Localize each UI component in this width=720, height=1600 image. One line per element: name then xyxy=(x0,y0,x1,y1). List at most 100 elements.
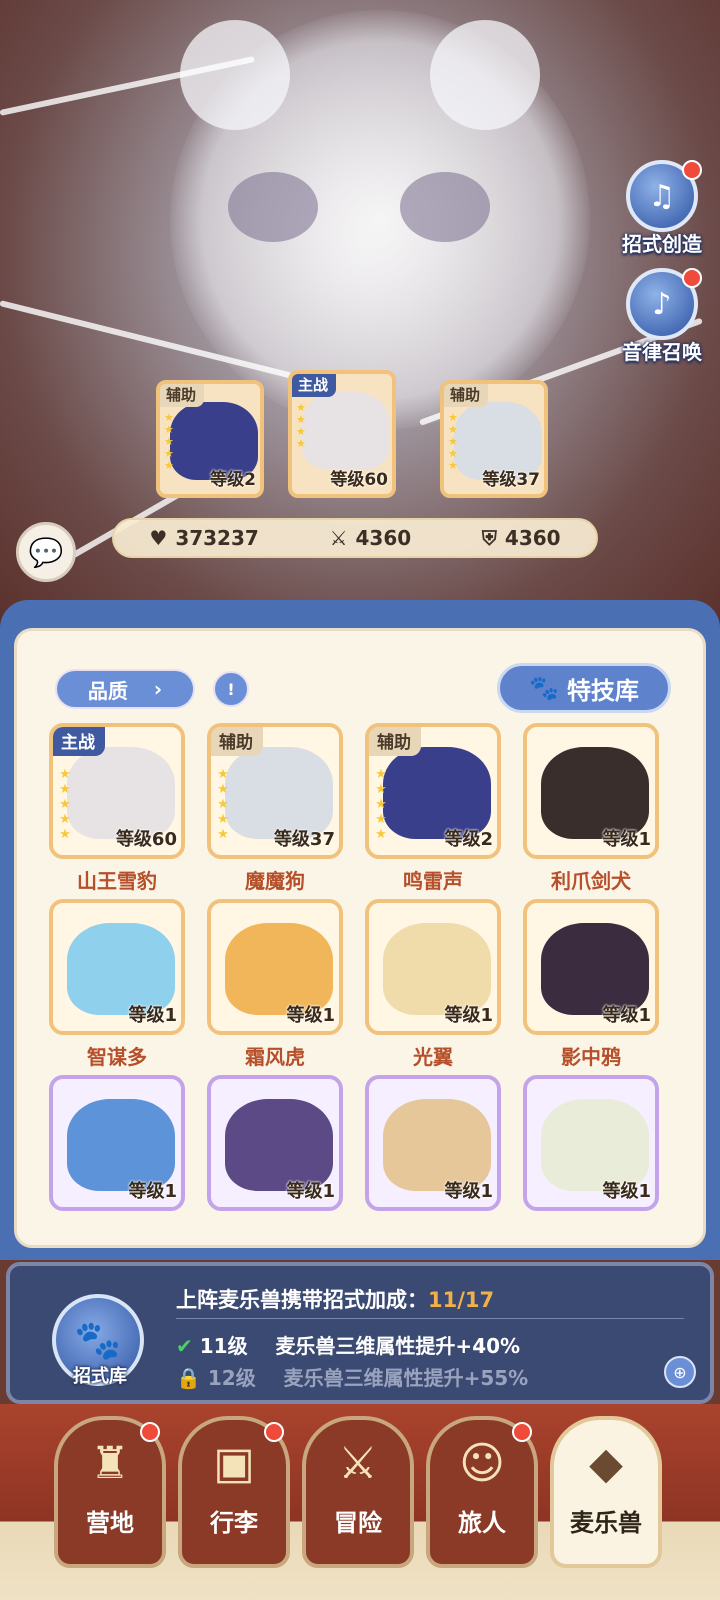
creature-card-frame: 等级1 xyxy=(365,1075,501,1211)
role-tag: 辅助 xyxy=(211,727,263,756)
creature-card-frame: 等级1 xyxy=(207,1075,343,1211)
hp-value: 373237 xyxy=(175,526,259,550)
skill-create-button[interactable]: ♫ 招式创造 xyxy=(616,160,708,257)
nav-crossed-swords[interactable]: ⚔ 冒险 xyxy=(302,1416,414,1568)
nav-luggage[interactable]: ▣ 行李 xyxy=(178,1416,290,1568)
nav-label: 行李 xyxy=(210,1509,258,1537)
role-tag: 辅助 xyxy=(160,384,205,407)
notification-dot xyxy=(140,1422,160,1442)
level-label: 等级2 xyxy=(444,829,493,850)
crossed-swords-icon: ⚔ xyxy=(338,1438,378,1489)
creature-card[interactable]: 主战 ★ ★ ★ ★ ★ 等级60 山王雪豹 xyxy=(49,723,185,894)
creature-card-frame: 等级1 xyxy=(523,723,659,859)
chat-bubble-icon: 💬 xyxy=(28,535,64,569)
level-label: 等级60 xyxy=(330,470,388,490)
shield-icon: ⛨ xyxy=(481,526,497,550)
creature-card[interactable]: 等级1 xyxy=(207,1075,343,1211)
traveler-icon: ☺ xyxy=(459,1438,505,1489)
creature-name: 山王雪豹 xyxy=(77,869,157,893)
bonus-row: 🔒 12级 麦乐兽三维属性提升+55% xyxy=(176,1362,528,1391)
nav-label: 营地 xyxy=(86,1509,134,1537)
bonus-title: 上阵麦乐兽携带招式加成：11/17 xyxy=(176,1284,494,1314)
creature-card[interactable]: 等级1 利爪剑犬 xyxy=(523,723,659,894)
chevron-right-icon: › xyxy=(153,677,163,701)
creature-card[interactable]: 等级1 xyxy=(365,1075,501,1211)
creature-name: 智谋多 xyxy=(87,1045,147,1069)
spirit-eye-left xyxy=(228,172,318,242)
skill-create-label: 招式创造 xyxy=(622,232,702,256)
quality-filter-button[interactable]: 品质 › xyxy=(55,669,195,709)
level-label: 等级60 xyxy=(115,829,177,850)
creature-card-frame: 等级1 xyxy=(523,899,659,1035)
star-rating: ★ ★ ★ ★ ★ xyxy=(164,411,174,472)
defense-value: 4360 xyxy=(504,526,561,550)
creature-card[interactable]: 等级1 xyxy=(523,1075,659,1211)
star-rating: ★ ★ ★ ★ ★ xyxy=(375,767,387,842)
creature-card[interactable]: 辅助 ★ ★ ★ ★ ★ 等级37 魔魔狗 xyxy=(207,723,343,894)
nav-traveler[interactable]: ☺ 旅人 xyxy=(426,1416,538,1568)
creature-card[interactable]: 等级1 光翼 xyxy=(365,899,501,1070)
creature-card-frame: 等级1 xyxy=(49,1075,185,1211)
bonus-title-text: 上阵麦乐兽携带招式加成： xyxy=(176,1288,428,1312)
nav-creature[interactable]: ◆ 麦乐兽 xyxy=(550,1416,662,1568)
level-label: 等级1 xyxy=(602,1181,651,1202)
bonus-level: 11级 xyxy=(199,1334,248,1358)
creature-card[interactable]: 等级1 智谋多 xyxy=(49,899,185,1070)
skill-library-label: 特技库 xyxy=(566,676,639,705)
star-rating: ★ ★ ★ ★ ★ xyxy=(217,767,229,842)
level-label: 等级1 xyxy=(286,1005,335,1026)
star-rating: ★ ★ ★ ★ xyxy=(296,401,306,450)
bonus-text: 麦乐兽三维属性提升+40% xyxy=(275,1334,521,1358)
creature-card[interactable]: 等级1 影中鸦 xyxy=(523,899,659,1070)
nav-label: 冒险 xyxy=(334,1509,382,1537)
attack-stat: ⚔ 4360 xyxy=(330,526,412,550)
zoom-in-icon[interactable]: ⊕ xyxy=(664,1356,696,1388)
creature-name: 光翼 xyxy=(413,1045,453,1069)
role-tag: 辅助 xyxy=(444,384,489,407)
nav-castle[interactable]: ♜ 营地 xyxy=(54,1416,166,1568)
creature-panel: 品质 › ! 🐾 特技库 主战 ★ ★ ★ ★ ★ 等级60 山王雪豹 辅助 ★ ★ ★ ★ ★ 等级37 魔… xyxy=(0,600,720,1260)
creature-name: 鸣雷声 xyxy=(403,869,463,893)
team-slot-support-right[interactable]: 辅助 ★ ★ ★ ★ ★ 等级37 xyxy=(440,380,548,498)
crossed-swords-icon: ⚔ xyxy=(329,526,348,550)
chat-button[interactable]: 💬 xyxy=(16,522,76,582)
lock-icon: 🔒 xyxy=(176,1366,201,1390)
music-summon-label: 音律召唤 xyxy=(622,340,702,364)
bonus-text: 麦乐兽三维属性提升+55% xyxy=(283,1366,529,1390)
bonus-row: ✔ 11级 麦乐兽三维属性提升+40% xyxy=(176,1330,520,1359)
castle-icon: ♜ xyxy=(90,1438,130,1489)
team-stat-bar: ♥ 373237 ⚔ 4360 ⛨ 4360 xyxy=(112,518,598,558)
luggage-icon: ▣ xyxy=(213,1438,255,1489)
level-label: 等级37 xyxy=(273,829,335,850)
bonus-count: 11/17 xyxy=(428,1288,495,1312)
skill-library-label: 招式库 xyxy=(73,1366,127,1387)
creature-card-frame: 等级1 xyxy=(365,899,501,1035)
creature-card[interactable]: 等级1 xyxy=(49,1075,185,1211)
paw-icon: 🐾 xyxy=(74,1317,122,1362)
level-label: 等级1 xyxy=(128,1181,177,1202)
nav-label: 麦乐兽 xyxy=(570,1509,642,1537)
creature-icon: ◆ xyxy=(589,1438,623,1489)
spirit-ear-right xyxy=(430,20,540,130)
info-icon[interactable]: ! xyxy=(213,671,249,707)
team-slot-main[interactable]: 主战 ★ ★ ★ ★ 等级60 xyxy=(288,370,396,498)
heart-icon: ♥ xyxy=(149,526,168,550)
creature-card-frame: 等级1 xyxy=(49,899,185,1035)
creature-card-frame: 主战 ★ ★ ★ ★ ★ 等级60 xyxy=(49,723,185,859)
creature-card[interactable]: 等级1 霜风虎 xyxy=(207,899,343,1070)
checkmark-icon: ✔ xyxy=(176,1334,193,1358)
nav-label: 旅人 xyxy=(458,1509,506,1537)
notification-dot xyxy=(264,1422,284,1442)
skill-library-button[interactable]: 🐾 特技库 xyxy=(497,663,671,713)
creature-card[interactable]: 辅助 ★ ★ ★ ★ ★ 等级2 鸣雷声 xyxy=(365,723,501,894)
notification-dot xyxy=(682,160,702,180)
creature-portrait xyxy=(302,392,390,470)
music-summon-button[interactable]: ♪ 音律召唤 xyxy=(616,268,708,365)
bonus-level: 12级 xyxy=(207,1366,256,1390)
level-label: 等级1 xyxy=(444,1005,493,1026)
level-label: 等级1 xyxy=(286,1181,335,1202)
level-label: 等级1 xyxy=(128,1005,177,1026)
team-slot-support-left[interactable]: 辅助 ★ ★ ★ ★ ★ 等级2 xyxy=(156,380,264,498)
attack-value: 4360 xyxy=(355,526,412,550)
spirit-ear-left xyxy=(180,20,290,130)
